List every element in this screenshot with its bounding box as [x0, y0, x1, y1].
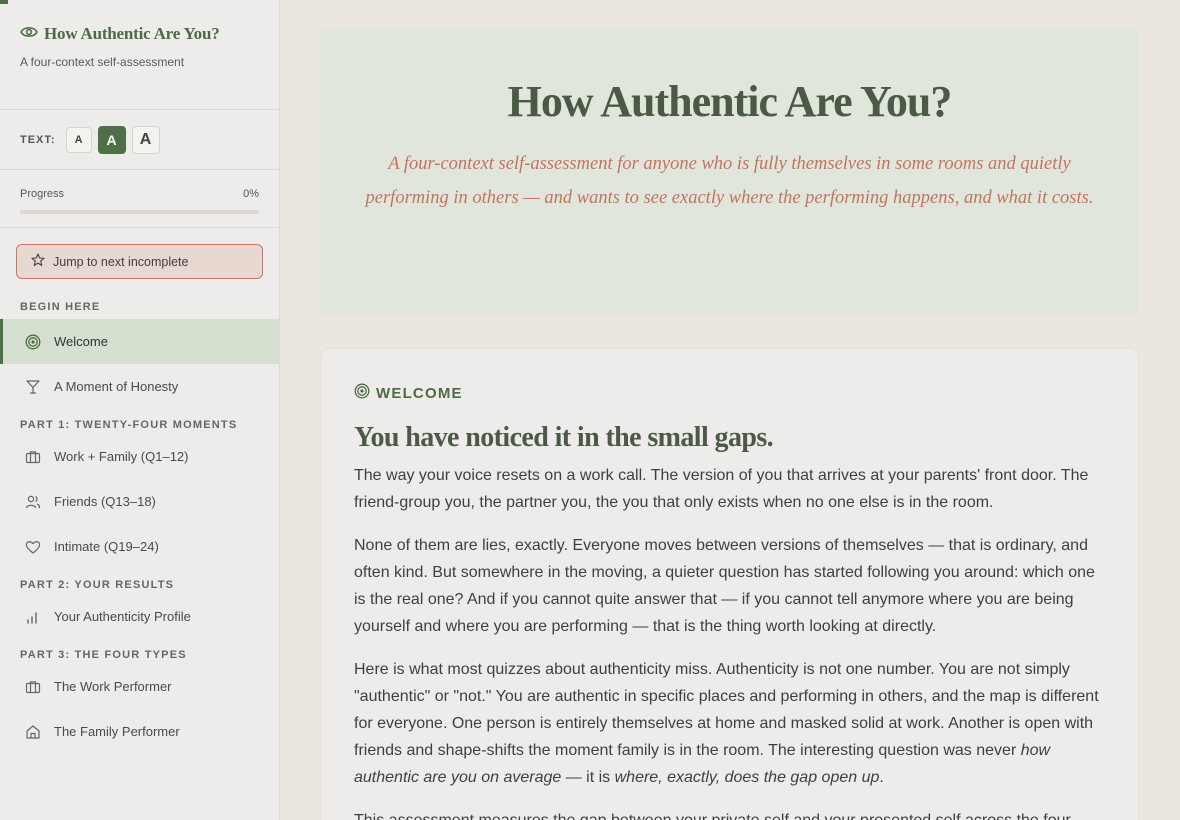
text-size-controls: TEXT: A A A	[0, 110, 279, 170]
nav-item-label: Friends (Q13–18)	[54, 494, 156, 509]
jump-to-next-incomplete-button[interactable]: Jump to next incomplete	[16, 244, 263, 279]
nav-item-moment-of-honesty[interactable]: A Moment of Honesty	[0, 364, 279, 409]
corner-accent	[0, 0, 8, 4]
nav-item-work-family[interactable]: Work + Family (Q1–12)	[0, 434, 279, 479]
text-size-medium-button[interactable]: A	[97, 125, 126, 154]
eye-icon	[20, 25, 38, 44]
sidebar: How Authentic Are You? A four-context se…	[0, 0, 280, 820]
progress-block: Progress 0%	[0, 170, 279, 228]
nav-item-authenticity-profile[interactable]: Your Authenticity Profile	[0, 594, 279, 639]
briefcase-icon	[24, 448, 42, 466]
intro-paragraph-4: This assessment measures the gap between…	[354, 807, 1105, 820]
nav-item-label: Intimate (Q19–24)	[54, 539, 159, 554]
paragraph-text: .	[879, 769, 884, 786]
paragraph-text: — it is	[561, 769, 615, 786]
section-title-begin-here: BEGIN HERE	[20, 301, 101, 313]
heart-icon	[24, 538, 42, 556]
nav-item-family-performer[interactable]: The Family Performer	[0, 709, 279, 754]
nav-item-friends[interactable]: Friends (Q13–18)	[0, 479, 279, 524]
users-icon	[24, 493, 42, 511]
text-size-small-button[interactable]: A	[65, 126, 92, 153]
hero-banner: How Authentic Are You? A four-context se…	[320, 28, 1139, 316]
nav-item-welcome[interactable]: Welcome	[0, 319, 279, 364]
progress-value: 0%	[243, 188, 259, 200]
page-subtitle: A four-context self-assessment for anyon…	[365, 154, 1094, 208]
nav-item-label: Work + Family (Q1–12)	[54, 449, 189, 464]
card-section-label: WELCOME	[354, 383, 1105, 404]
emphasis-text: where, exactly, does the gap open up	[614, 769, 880, 786]
nav-item-label: Your Authenticity Profile	[54, 609, 191, 624]
brand-subtitle: A four-context self-assessment	[20, 55, 185, 69]
intro-paragraph-2: None of them are lies, exactly. Everyone…	[354, 537, 1095, 635]
text-size-label: TEXT:	[20, 133, 56, 146]
nav-item-label: Welcome	[54, 334, 108, 349]
section-title-part-2: PART 2: YOUR RESULTS	[20, 579, 175, 591]
target-icon	[24, 333, 42, 351]
nav-item-label: The Family Performer	[54, 724, 180, 739]
welcome-card: WELCOME You have noticed it in the small…	[320, 348, 1139, 820]
home-icon	[24, 723, 42, 741]
jump-label: Jump to next incomplete	[53, 254, 189, 269]
star-icon	[31, 253, 45, 270]
intro-paragraph-3: Here is what most quizzes about authenti…	[354, 656, 1105, 791]
nav-sections: BEGIN HERE Welcome A Moment of Honesty P…	[0, 293, 279, 754]
section-title-part-3: PART 3: THE FOUR TYPES	[20, 649, 187, 661]
nav-item-work-performer[interactable]: The Work Performer	[0, 664, 279, 709]
card-label-text: WELCOME	[376, 385, 463, 402]
cocktail-icon	[24, 378, 42, 396]
brand-block: How Authentic Are You? A four-context se…	[0, 0, 279, 110]
target-icon	[354, 383, 370, 404]
section-title-part-1: PART 1: TWENTY-FOUR MOMENTS	[20, 419, 238, 431]
brand-title: How Authentic Are You?	[44, 24, 220, 43]
text-size-large-button[interactable]: A	[131, 125, 160, 154]
progress-bar	[20, 210, 259, 214]
bar-chart-icon	[24, 608, 42, 626]
card-heading: You have noticed it in the small gaps.	[354, 422, 774, 453]
page-title: How Authentic Are You?	[507, 77, 953, 126]
paragraph-text: Here is what most quizzes about authenti…	[354, 661, 1099, 759]
briefcase-icon	[24, 678, 42, 696]
nav-item-label: A Moment of Honesty	[54, 379, 179, 394]
nav-item-intimate[interactable]: Intimate (Q19–24)	[0, 524, 279, 569]
progress-label: Progress	[20, 188, 65, 200]
intro-paragraph-1: The way your voice resets on a work call…	[354, 467, 1089, 511]
nav-item-label: The Work Performer	[54, 679, 172, 694]
